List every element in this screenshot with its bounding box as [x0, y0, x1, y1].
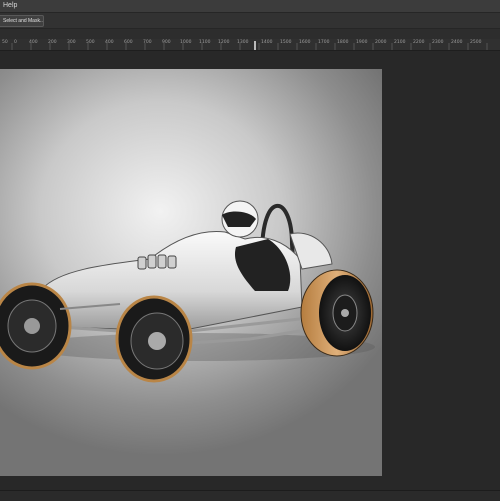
ruler-label: 1900 — [356, 40, 368, 45]
ruler-label: 0 — [14, 40, 17, 45]
document-canvas[interactable] — [0, 69, 382, 476]
select-and-mask-button[interactable]: Select and Mask... — [0, 15, 44, 27]
horizontal-ruler: 50 0 400 200 300 500 400 600 700 900 100… — [0, 39, 500, 51]
ruler-label: 1300 — [237, 40, 249, 45]
menu-help[interactable]: Help — [1, 0, 19, 12]
race-car-illustration — [0, 200, 375, 383]
ruler-label: 1400 — [261, 40, 273, 45]
ruler-label: 2300 — [432, 40, 444, 45]
ruler-label: 1700 — [318, 40, 330, 45]
ruler-label: 2200 — [413, 40, 425, 45]
ruler-label: 400 — [105, 40, 114, 45]
ruler-label: 1500 — [280, 40, 292, 45]
ruler-label: 1600 — [299, 40, 311, 45]
ruler-label: 1800 — [337, 40, 349, 45]
options-bar: Select and Mask... — [0, 12, 500, 29]
ruler-label: 500 — [86, 40, 95, 45]
ruler-label: 2100 — [394, 40, 406, 45]
ruler-label: 1100 — [199, 40, 211, 45]
middle-front-tire — [115, 295, 193, 383]
ruler-label: 300 — [67, 40, 76, 45]
document-tab-strip — [0, 29, 500, 39]
ruler-label: 900 — [162, 40, 171, 45]
menu-bar: Help — [0, 0, 500, 12]
ruler-label: 2000 — [375, 40, 387, 45]
ruler-label: 700 — [143, 40, 152, 45]
ruler-label: 50 — [2, 40, 8, 45]
ruler-label: 600 — [124, 40, 133, 45]
ruler-label: 1200 — [218, 40, 230, 45]
ruler-label: 1000 — [180, 40, 192, 45]
status-bar — [0, 490, 500, 501]
ruler-label: 400 — [29, 40, 38, 45]
ruler-label: 2400 — [451, 40, 463, 45]
front-tire — [0, 282, 72, 370]
canvas-workspace[interactable] — [0, 51, 500, 500]
ruler-marker — [254, 41, 256, 50]
rear-tire — [300, 269, 374, 357]
ruler-label: 2500 — [470, 40, 482, 45]
ruler-label: 200 — [48, 40, 57, 45]
